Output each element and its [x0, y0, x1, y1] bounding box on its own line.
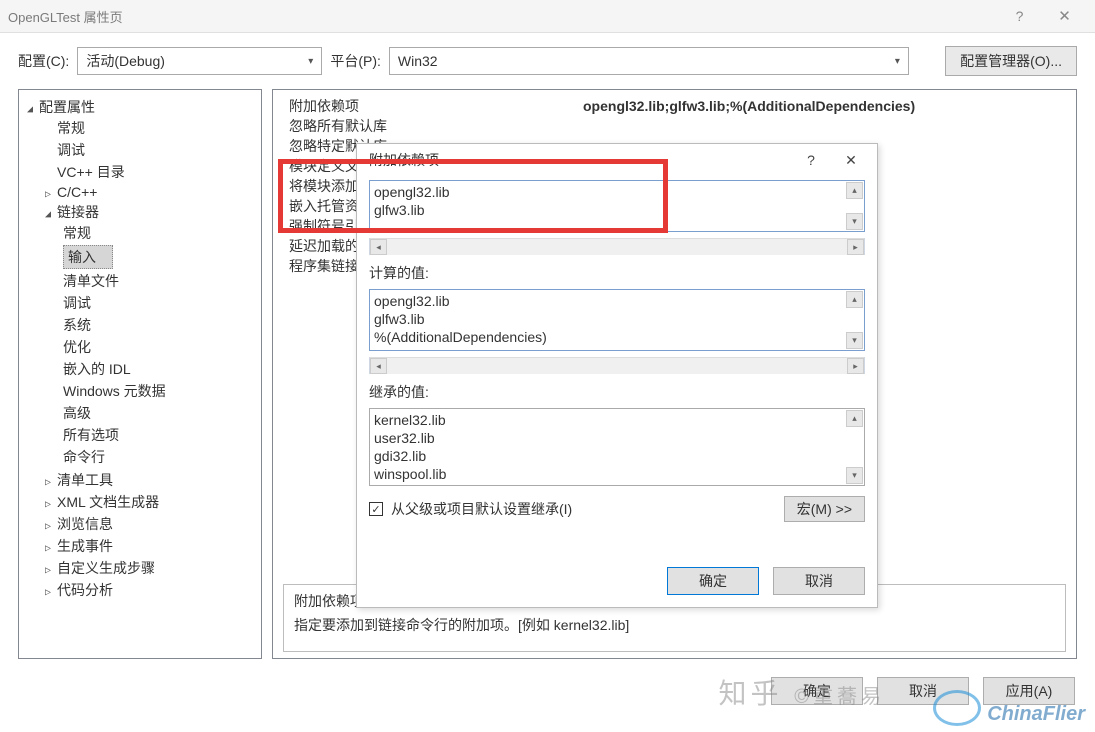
- collapse-icon[interactable]: ◢: [45, 209, 57, 220]
- inherit-label: 继承的值:: [369, 382, 865, 402]
- help-icon[interactable]: ?: [997, 8, 1042, 24]
- dialog-ok-button[interactable]: 确定: [667, 567, 759, 595]
- nav-tree: ◢配置属性 常规 调试 VC++ 目录 ▷C/C++ ◢链接器 常规 输入 清单…: [18, 89, 262, 659]
- config-toolbar: 配置(C): 活动(Debug) ▾ 平台(P): Win32 ▾ 配置管理器(…: [0, 39, 1095, 83]
- apply-button[interactable]: 应用(A): [983, 677, 1075, 705]
- config-manager-button[interactable]: 配置管理器(O)...: [945, 46, 1077, 76]
- scroll-left-icon[interactable]: ◂: [370, 239, 387, 255]
- tree-item[interactable]: 系统: [61, 314, 257, 336]
- tree-item[interactable]: 调试: [43, 139, 257, 161]
- prop-value: opengl32.lib;glfw3.lib;%(AdditionalDepen…: [583, 96, 915, 116]
- config-combo[interactable]: 活动(Debug) ▾: [77, 47, 322, 75]
- tree-item[interactable]: ▷XML 文档生成器: [43, 491, 257, 513]
- tree-item[interactable]: VC++ 目录: [43, 161, 257, 183]
- window-titlebar: OpenGLTest 属性页 ? ✕: [0, 0, 1095, 33]
- collapse-icon[interactable]: ◢: [27, 104, 39, 115]
- inherit-listbox: kernel32.lib user32.lib gdi32.lib winspo…: [369, 408, 865, 486]
- scroll-right-icon[interactable]: ▸: [847, 358, 864, 374]
- expand-icon[interactable]: ▷: [45, 499, 57, 510]
- list-item: gdi32.lib: [374, 447, 860, 465]
- inherit-check-label: 从父级或项目默认设置继承(I): [391, 499, 572, 519]
- prop-row[interactable]: 忽略所有默认库: [283, 116, 1066, 136]
- config-label: 配置(C):: [18, 51, 69, 71]
- tree-item[interactable]: 嵌入的 IDL: [61, 358, 257, 380]
- edit-listbox[interactable]: opengl32.lib glfw3.lib ▴ ▾: [369, 180, 865, 232]
- expand-icon[interactable]: ▷: [45, 189, 57, 200]
- tree-item-linker[interactable]: ◢链接器 常规 输入 清单文件 调试 系统 优化 嵌入的 IDL Windows…: [43, 201, 257, 469]
- inherit-checkbox[interactable]: ✓: [369, 502, 383, 516]
- tree-item[interactable]: 常规: [61, 222, 257, 244]
- list-item: %(AdditionalDependencies): [374, 328, 860, 346]
- dialog-title: 附加依赖项: [369, 150, 439, 170]
- cancel-button[interactable]: 取消: [877, 677, 969, 705]
- scroll-right-icon[interactable]: ▸: [847, 239, 864, 255]
- ok-button[interactable]: 确定: [771, 677, 863, 705]
- tree-item[interactable]: ▷自定义生成步骤: [43, 557, 257, 579]
- tree-item[interactable]: 清单文件: [61, 270, 257, 292]
- prop-row[interactable]: 附加依赖项opengl32.lib;glfw3.lib;%(Additional…: [283, 96, 1066, 116]
- scroll-down-icon[interactable]: ▾: [846, 213, 863, 230]
- tree-item[interactable]: Windows 元数据: [61, 380, 257, 402]
- expand-icon[interactable]: ▷: [45, 477, 57, 488]
- tree-item[interactable]: 高级: [61, 402, 257, 424]
- tree-item[interactable]: ▷清单工具: [43, 469, 257, 491]
- additional-deps-dialog: 附加依赖项 ? ✕ opengl32.lib glfw3.lib ▴ ▾ ◂ ▸…: [356, 143, 878, 608]
- scroll-down-icon[interactable]: ▾: [846, 332, 863, 349]
- tree-item[interactable]: 常规: [43, 117, 257, 139]
- main-footer: 确定 取消 应用(A): [0, 669, 1095, 719]
- tree-item[interactable]: ▷浏览信息: [43, 513, 257, 535]
- expand-icon[interactable]: ▷: [45, 587, 57, 598]
- expand-icon[interactable]: ▷: [45, 565, 57, 576]
- expand-icon[interactable]: ▷: [45, 543, 57, 554]
- dialog-titlebar: 附加依赖项 ? ✕: [357, 144, 877, 176]
- description-text: 指定要添加到链接命令行的附加项。[例如 kernel32.lib]: [294, 615, 1055, 635]
- scroll-up-icon[interactable]: ▴: [846, 291, 863, 308]
- platform-combo[interactable]: Win32 ▾: [389, 47, 909, 75]
- scroll-down-icon[interactable]: ▾: [846, 467, 863, 484]
- calc-label: 计算的值:: [369, 263, 865, 283]
- close-icon[interactable]: ✕: [831, 152, 871, 169]
- scroll-up-icon[interactable]: ▴: [846, 410, 863, 427]
- tree-item[interactable]: 优化: [61, 336, 257, 358]
- list-item: glfw3.lib: [374, 310, 860, 328]
- list-item[interactable]: glfw3.lib: [374, 201, 860, 219]
- scroll-up-icon[interactable]: ▴: [846, 182, 863, 199]
- scroll-left-icon[interactable]: ◂: [370, 358, 387, 374]
- tree-item-selected[interactable]: 输入: [61, 244, 257, 270]
- tree-item[interactable]: 调试: [61, 292, 257, 314]
- tree-item[interactable]: 命令行: [61, 446, 257, 468]
- list-item: opengl32.lib: [374, 292, 860, 310]
- list-item: winspool.lib: [374, 465, 860, 483]
- tree-item[interactable]: 所有选项: [61, 424, 257, 446]
- list-item[interactable]: opengl32.lib: [374, 183, 860, 201]
- config-value: 活动(Debug): [86, 51, 165, 71]
- window-title: OpenGLTest 属性页: [8, 7, 123, 26]
- tree-root[interactable]: ◢配置属性 常规 调试 VC++ 目录 ▷C/C++ ◢链接器 常规 输入 清单…: [25, 96, 257, 602]
- chevron-down-icon: ▾: [308, 56, 313, 67]
- tree-item[interactable]: ▷代码分析: [43, 579, 257, 601]
- platform-label: 平台(P):: [330, 51, 381, 71]
- tree-item[interactable]: ▷生成事件: [43, 535, 257, 557]
- platform-value: Win32: [398, 53, 438, 69]
- close-icon[interactable]: ✕: [1042, 7, 1087, 25]
- macro-button[interactable]: 宏(M) >>: [784, 496, 865, 522]
- help-icon[interactable]: ?: [791, 152, 831, 168]
- expand-icon[interactable]: ▷: [45, 521, 57, 532]
- list-item: user32.lib: [374, 429, 860, 447]
- calc-listbox: opengl32.lib glfw3.lib %(AdditionalDepen…: [369, 289, 865, 351]
- chevron-down-icon: ▾: [895, 56, 900, 67]
- list-item: kernel32.lib: [374, 411, 860, 429]
- dialog-cancel-button[interactable]: 取消: [773, 567, 865, 595]
- tree-item-cpp[interactable]: ▷C/C++: [43, 183, 257, 201]
